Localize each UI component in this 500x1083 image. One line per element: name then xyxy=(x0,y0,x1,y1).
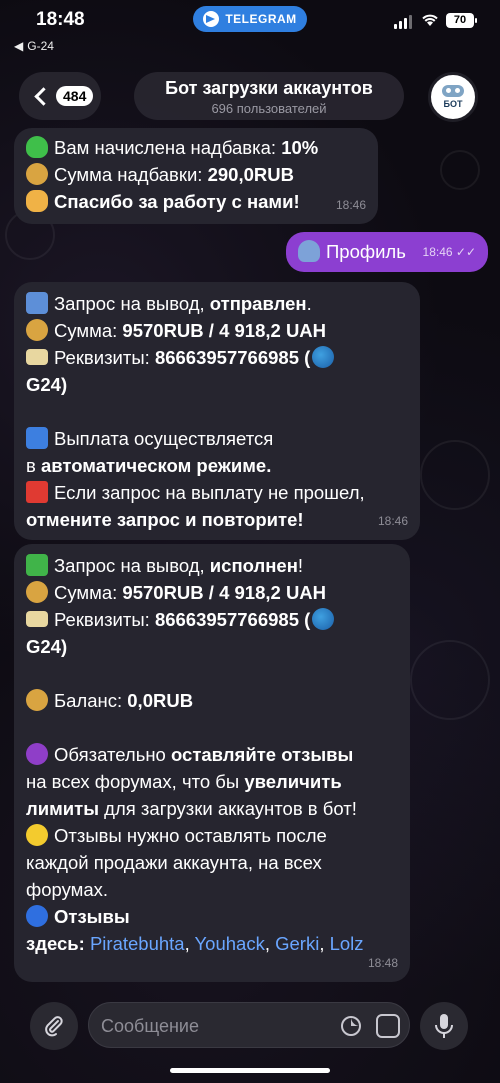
message-line: Вам начислена надбавка: 10% xyxy=(26,134,366,161)
check-mark-icon xyxy=(26,554,48,576)
battery-icon: 70 xyxy=(446,13,477,28)
app-pill-label: TELEGRAM xyxy=(225,12,297,26)
message-line: G24) xyxy=(26,374,68,395)
back-to-app-link[interactable]: ◀ G-24 xyxy=(14,39,54,53)
message-line: Сумма: 9570RUB / 4 918,2 UAH xyxy=(26,317,408,344)
link-piratebuhta[interactable]: Piratebuhta xyxy=(90,933,185,954)
message-line xyxy=(26,660,398,687)
message-line xyxy=(26,714,398,741)
message-input[interactable] xyxy=(101,1012,331,1040)
link-lolz[interactable]: Lolz xyxy=(330,933,364,954)
message-line: в автоматическом режиме. xyxy=(26,455,272,476)
emoji-keyboard-icon[interactable] xyxy=(376,1014,400,1038)
message-profile-outgoing[interactable]: Профиль 18:46 ✓✓ xyxy=(286,232,488,272)
paperclip-icon xyxy=(45,1016,63,1037)
globe-icon xyxy=(312,608,335,630)
blue-circle-icon xyxy=(26,905,48,927)
message-time: 18:48 xyxy=(367,956,398,970)
message-line: Отзывы xyxy=(26,903,398,930)
return-to-app-pill[interactable]: TELEGRAM xyxy=(193,6,307,32)
yellow-circle-icon xyxy=(26,824,48,846)
cellular-signal-icon xyxy=(394,15,412,29)
message-time: 18:46 xyxy=(335,198,366,212)
message-line: Запрос на вывод, исполнен! xyxy=(26,552,398,579)
message-line: Баланс: 0,0RUB xyxy=(26,687,398,714)
message-text: Профиль xyxy=(326,241,406,262)
message-line: каждой продажи аккаунта, на всех xyxy=(26,852,322,873)
message-line: на всех форумах, что бы увеличить xyxy=(26,771,342,792)
avatar-label: БОТ xyxy=(443,99,463,109)
bot-avatar[interactable]: БОТ xyxy=(428,72,478,122)
link-gerki[interactable]: Gerki xyxy=(275,933,319,954)
credit-card-icon xyxy=(26,349,48,365)
telegram-icon xyxy=(203,11,220,27)
message-line: G24) xyxy=(26,636,68,657)
message-line: Выплата осуществляется xyxy=(26,425,408,452)
unread-count-badge: 484 xyxy=(56,86,94,106)
message-line: отмените запрос и повторите! xyxy=(26,509,304,530)
sticker-icon[interactable] xyxy=(339,1014,363,1038)
message-withdraw-done[interactable]: Запрос на вывод, исполнен! Сумма: 9570RU… xyxy=(14,544,410,982)
message-line: Отзывы нужно оставлять после xyxy=(26,822,398,849)
message-bonus[interactable]: Вам начислена надбавка: 10% Сумма надбав… xyxy=(14,128,378,224)
message-line xyxy=(26,398,408,425)
message-line: Реквизиты: 86663957766985 ( xyxy=(26,344,408,371)
handshake-icon xyxy=(26,190,48,212)
user-silhouette-icon xyxy=(298,240,320,262)
microphone-icon xyxy=(435,1014,453,1038)
status-bar: 18:48 TELEGRAM 70 xyxy=(0,0,500,40)
message-line: лимиты для загрузки аккаунтов в бот! xyxy=(26,798,357,819)
chat-title: Бот загрузки аккаунтов xyxy=(165,78,373,98)
robot-icon xyxy=(442,85,464,97)
message-line: здесь: Piratebuhta, Youhack, Gerki, Lolz xyxy=(26,933,364,954)
double-check-icon: ✓✓ xyxy=(455,245,476,259)
chat-subtitle: 696 пользователей xyxy=(211,101,327,116)
voice-record-button[interactable] xyxy=(420,1002,468,1050)
message-line: Если запрос на выплату не прошел, xyxy=(26,479,408,506)
attach-button[interactable] xyxy=(30,1002,78,1050)
money-bag-icon xyxy=(26,163,48,185)
chevron-left-icon xyxy=(34,86,53,106)
status-time: 18:48 xyxy=(36,9,85,30)
red-square-icon xyxy=(26,481,48,503)
message-line: Реквизиты: 86663957766985 ( xyxy=(26,606,398,633)
message-composer[interactable] xyxy=(88,1002,410,1048)
back-triangle-icon: ◀ xyxy=(14,39,24,53)
home-indicator[interactable] xyxy=(170,1068,330,1073)
message-time-read: 18:46 ✓✓ xyxy=(422,245,476,259)
chat-title-button[interactable]: Бот загрузки аккаунтов 696 пользователей xyxy=(134,72,404,120)
info-icon xyxy=(26,427,48,449)
message-line: Запрос на вывод, отправлен. xyxy=(26,290,408,317)
message-line: Сумма надбавки: 290,0RUB xyxy=(26,161,366,188)
message-line: Спасибо за работу с нами! xyxy=(26,188,366,215)
message-time: 18:46 xyxy=(377,514,408,528)
money-bag-icon xyxy=(26,319,48,341)
purple-circle-icon xyxy=(26,743,48,765)
message-line: форумах. xyxy=(26,879,109,900)
money-bag-icon xyxy=(26,581,48,603)
refresh-icon xyxy=(26,292,48,314)
message-withdraw-sent[interactable]: Запрос на вывод, отправлен. Сумма: 9570R… xyxy=(14,282,420,540)
back-button[interactable]: 484 xyxy=(19,72,101,120)
back-app-label: G-24 xyxy=(27,39,54,53)
money-bag-icon xyxy=(26,689,48,711)
wifi-icon xyxy=(422,14,438,26)
message-line: Сумма: 9570RUB / 4 918,2 UAH xyxy=(26,579,398,606)
message-line: Обязательно оставляйте отзывы xyxy=(26,741,398,768)
globe-icon xyxy=(312,346,335,368)
credit-card-icon xyxy=(26,611,48,627)
green-heart-icon xyxy=(26,136,48,158)
link-youhack[interactable]: Youhack xyxy=(195,933,265,954)
